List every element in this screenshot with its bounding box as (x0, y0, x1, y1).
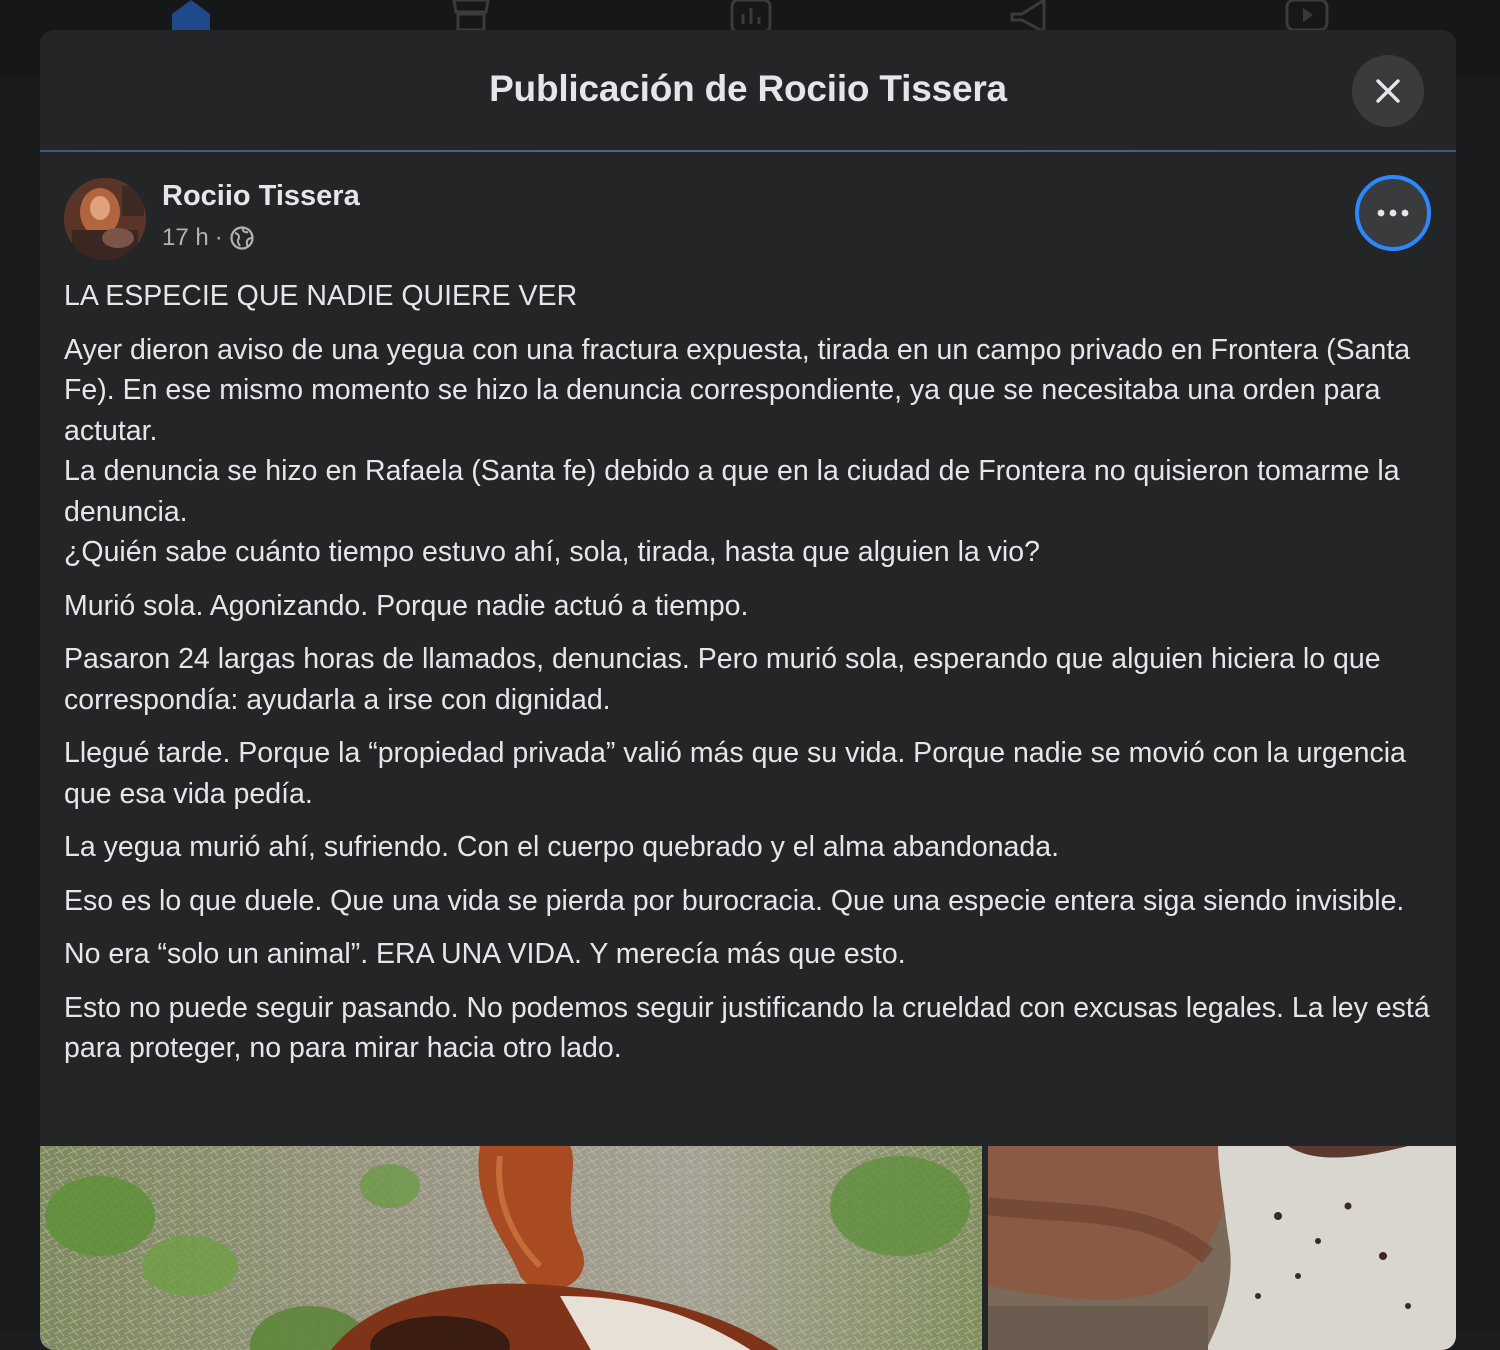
author-name[interactable]: Rociio Tissera (162, 180, 360, 213)
post-meta: 17 h · (162, 224, 255, 252)
post-text: LA ESPECIE QUE NADIE QUIERE VER Ayer die… (64, 276, 1439, 1082)
post-paragraph: Pasaron 24 largas horas de llamados, den… (64, 643, 1381, 716)
author-avatar[interactable] (64, 178, 146, 260)
post-time[interactable]: 17 h (162, 224, 209, 252)
post-photo-2[interactable] (988, 1146, 1456, 1350)
meta-separator: · (214, 224, 223, 251)
close-button[interactable] (1352, 55, 1424, 127)
marketplace-icon[interactable] (448, 0, 494, 34)
modal-title: Publicación de Rociio Tissera (489, 68, 1007, 109)
post-paragraph: Murió sola. Agonizando. Porque nadie act… (64, 589, 749, 622)
post-photo-1[interactable] (40, 1146, 982, 1350)
video-icon[interactable] (1284, 0, 1330, 34)
close-icon (1376, 79, 1400, 103)
post-modal: Publicación de Rociio Tissera Rociio Tis… (40, 30, 1456, 1350)
globe-icon (230, 226, 254, 250)
post-headline: LA ESPECIE QUE NADIE QUIERE VER (64, 280, 578, 312)
more-options-icon (1377, 209, 1409, 217)
post-paragraph: Eso es lo que duele. Que una vida se pie… (64, 884, 1405, 917)
announcements-icon[interactable] (1006, 0, 1052, 35)
post-paragraph: La yegua murió ahí, sufriendo. Con el cu… (64, 831, 1060, 863)
reports-icon[interactable] (728, 0, 774, 34)
post-paragraph: Ayer dieron aviso de una yegua con una f… (64, 333, 1411, 569)
post-paragraph: Llegué tarde. Porque la “propiedad priva… (64, 737, 1406, 810)
post-paragraph: No era “solo un animal”. ERA UNA VIDA. Y… (64, 938, 906, 970)
post-paragraph: Esto no puede seguir pasando. No podemos… (64, 991, 1430, 1065)
modal-header: Publicación de Rociio Tissera (40, 30, 1456, 152)
home-icon[interactable] (168, 0, 214, 34)
header-divider (40, 150, 1456, 152)
more-options-button[interactable] (1355, 175, 1431, 251)
